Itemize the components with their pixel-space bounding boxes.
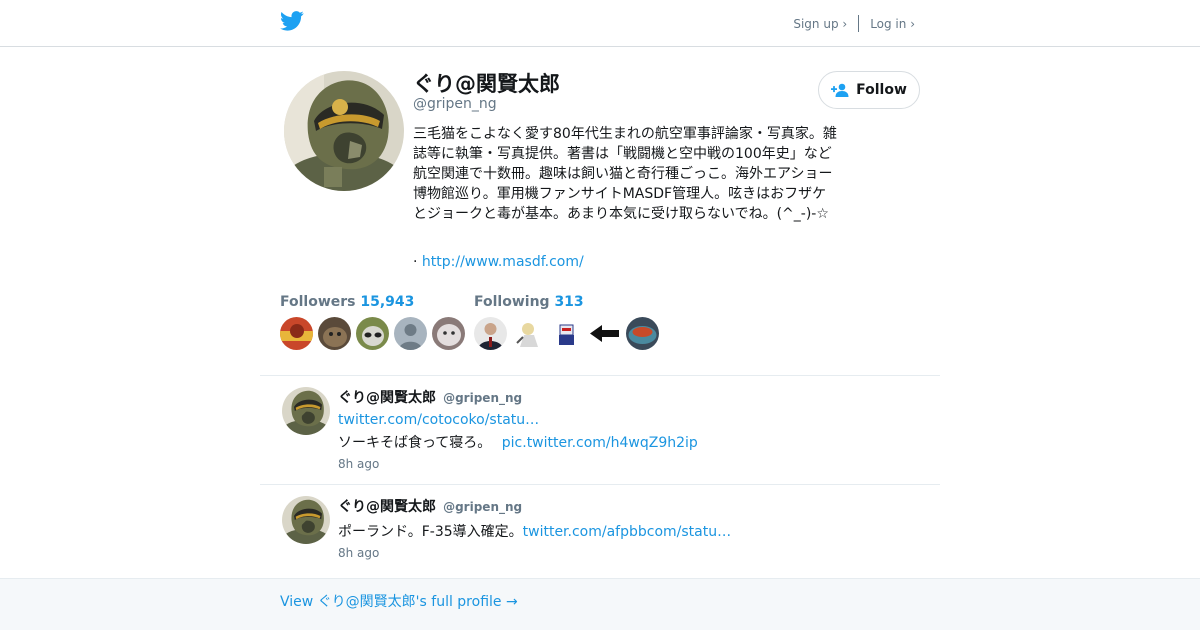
following-avatar[interactable]	[550, 317, 583, 350]
add-user-icon	[831, 83, 849, 97]
following-avatar[interactable]	[512, 317, 545, 350]
following-avatar[interactable]	[474, 317, 507, 350]
profile-avatar[interactable]	[284, 71, 404, 191]
login-link[interactable]: Log in ›	[870, 17, 915, 31]
tweet-author-name[interactable]: ぐり@関賢太郎	[338, 390, 436, 406]
tweet-header: ぐり@関賢太郎 @gripen_ng	[338, 387, 522, 407]
tweet-author-name[interactable]: ぐり@関賢太郎	[338, 499, 436, 515]
follower-avatar[interactable]	[280, 317, 313, 350]
followers-label: Followers	[280, 294, 356, 310]
tweet-text: ソーキそば食って寝ろ。	[338, 435, 492, 451]
tweet-link[interactable]: twitter.com/cotocoko/statu…	[338, 412, 539, 428]
top-bar: Sign up › Log in ›	[0, 0, 1200, 47]
tweet[interactable]: ぐり@関賢太郎 @gripen_ng ポーランド。F-35導入確定。twitte…	[260, 496, 940, 566]
tweet[interactable]: ぐり@関賢太郎 @gripen_ng twitter.com/cotocoko/…	[260, 387, 940, 484]
tweet-avatar[interactable]	[282, 496, 330, 544]
tweet-text-line: ポーランド。F-35導入確定。twitter.com/afpbbcom/stat…	[338, 521, 731, 541]
tweet-divider	[260, 484, 940, 485]
follow-button[interactable]: Follow	[818, 71, 920, 109]
website-link[interactable]: http://www.masdf.com/	[422, 254, 584, 270]
signup-link[interactable]: Sign up ›	[793, 17, 847, 31]
following-avatar[interactable]	[626, 317, 659, 350]
tweet-author-handle[interactable]: @gripen_ng	[443, 391, 522, 405]
following-avatars	[474, 317, 664, 350]
tweet-text-line: twitter.com/cotocoko/statu…	[338, 412, 539, 428]
following-avatar[interactable]	[588, 317, 621, 350]
profile-website: · http://www.masdf.com/	[413, 254, 584, 270]
follow-label: Follow	[856, 82, 907, 98]
profile-bio: 三毛猫をこよなく愛す80年代生まれの航空軍事評論家・写真家。雑誌等に執筆・写真提…	[413, 126, 837, 222]
followers-count: 15,943	[360, 294, 415, 310]
tweet-author-handle[interactable]: @gripen_ng	[443, 500, 522, 514]
tweet-header: ぐり@関賢太郎 @gripen_ng	[338, 496, 522, 516]
followers-stat[interactable]: Followers 15,943	[280, 294, 414, 310]
tweet-text: ポーランド。F-35導入確定。	[338, 524, 523, 540]
follower-avatar[interactable]	[394, 317, 427, 350]
following-label: Following	[474, 294, 550, 310]
profile-name: ぐり@関賢太郎	[413, 72, 560, 96]
follower-avatar[interactable]	[356, 317, 389, 350]
tweet-timestamp[interactable]: 8h ago	[338, 457, 379, 471]
section-divider	[260, 375, 940, 376]
footer: View ぐり@関賢太郎's full profile →	[0, 578, 1200, 630]
website-prefix: ·	[413, 254, 418, 270]
following-count: 313	[554, 294, 584, 310]
nav-divider	[858, 15, 860, 32]
tweet-pic-link[interactable]: pic.twitter.com/h4wqZ9h2ip	[502, 435, 698, 451]
follower-avatar[interactable]	[432, 317, 465, 350]
follower-avatar[interactable]	[318, 317, 351, 350]
full-profile-link[interactable]: View ぐり@関賢太郎's full profile →	[280, 591, 518, 611]
tweet-timestamp[interactable]: 8h ago	[338, 546, 379, 560]
tweet-link[interactable]: twitter.com/afpbbcom/statu…	[523, 524, 731, 540]
top-nav: Sign up › Log in ›	[793, 15, 915, 32]
twitter-bird-icon[interactable]	[280, 11, 304, 31]
profile-handle: @gripen_ng	[413, 96, 497, 112]
following-stat[interactable]: Following 313	[474, 294, 584, 310]
followers-avatars	[280, 317, 470, 350]
tweet-avatar[interactable]	[282, 387, 330, 435]
tweet-text-line: ソーキそば食って寝ろ。 pic.twitter.com/h4wqZ9h2ip	[338, 432, 698, 452]
